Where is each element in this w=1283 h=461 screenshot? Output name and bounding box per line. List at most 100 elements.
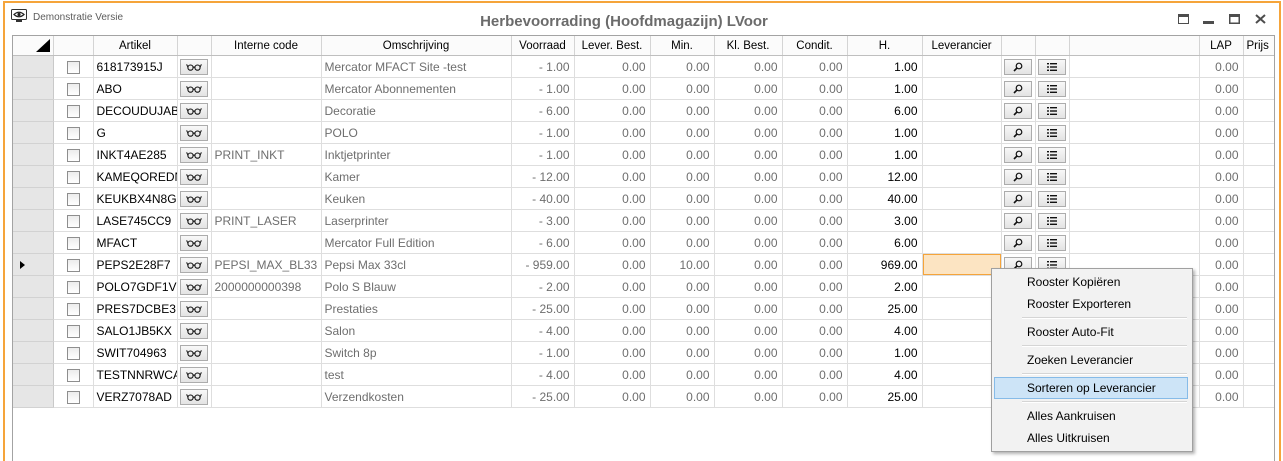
list-button[interactable] xyxy=(1038,58,1066,75)
min-cell[interactable]: 10.00 xyxy=(650,253,715,276)
omschrijving-cell[interactable]: Verzendkosten xyxy=(321,385,512,408)
min-cell[interactable]: 0.00 xyxy=(650,385,715,408)
omschrijving-cell[interactable]: POLO xyxy=(321,121,512,144)
min-cell[interactable]: 0.00 xyxy=(650,341,715,364)
header-h[interactable]: H. xyxy=(847,36,923,56)
min-cell[interactable]: 0.00 xyxy=(650,231,715,254)
artikel-cell[interactable]: TESTNNRWCA xyxy=(93,363,178,386)
omschrijving-cell[interactable]: Inktjetprinter xyxy=(321,143,512,166)
search-leverancier-button[interactable] xyxy=(1004,80,1032,97)
header-view-button-column[interactable] xyxy=(177,36,212,56)
search-leverancier-button[interactable] xyxy=(1004,58,1032,75)
header-min[interactable]: Min. xyxy=(650,36,715,56)
lap-cell[interactable]: 0.00 xyxy=(1199,121,1244,144)
row-select-checkbox[interactable] xyxy=(66,126,80,140)
row-header[interactable] xyxy=(13,363,54,386)
header-checkbox-column[interactable] xyxy=(53,36,94,56)
kl-best-cell[interactable]: 0.00 xyxy=(714,231,783,254)
leverancier-cell[interactable] xyxy=(922,341,1002,364)
interne-code-cell[interactable]: PEPSI_MAX_BL33 xyxy=(211,253,322,276)
condit-cell[interactable]: 0.00 xyxy=(782,231,848,254)
min-cell[interactable]: 0.00 xyxy=(650,143,715,166)
lap-cell[interactable]: 0.00 xyxy=(1199,319,1244,342)
condit-cell[interactable]: 0.00 xyxy=(782,385,848,408)
view-article-button[interactable] xyxy=(180,234,208,251)
omschrijving-cell[interactable]: Kamer xyxy=(321,165,512,188)
omschrijving-cell[interactable]: Keuken xyxy=(321,187,512,210)
omschrijving-cell[interactable]: Switch 8p xyxy=(321,341,512,364)
h-cell[interactable]: 3.00 xyxy=(847,209,923,232)
lever-best-cell[interactable]: 0.00 xyxy=(574,121,651,144)
min-cell[interactable]: 0.00 xyxy=(650,99,715,122)
condit-cell[interactable]: 0.00 xyxy=(782,99,848,122)
kl-best-cell[interactable]: 0.00 xyxy=(714,253,783,276)
voorraad-cell[interactable]: - 1.00 xyxy=(511,341,575,364)
min-cell[interactable]: 0.00 xyxy=(650,121,715,144)
omschrijving-cell[interactable]: Mercator MFACT Site -test xyxy=(321,55,512,78)
omschrijving-cell[interactable]: Mercator Full Edition xyxy=(321,231,512,254)
voorraad-cell[interactable]: - 1.00 xyxy=(511,77,575,100)
omschrijving-cell[interactable]: Mercator Abonnementen xyxy=(321,77,512,100)
lap-cell[interactable]: 0.00 xyxy=(1199,209,1244,232)
kl-best-cell[interactable]: 0.00 xyxy=(714,385,783,408)
voorraad-cell[interactable]: - 3.00 xyxy=(511,209,575,232)
row-header[interactable] xyxy=(13,253,54,276)
lever-best-cell[interactable]: 0.00 xyxy=(574,231,651,254)
search-leverancier-button[interactable] xyxy=(1004,190,1032,207)
leverancier-cell[interactable] xyxy=(922,121,1002,144)
kl-best-cell[interactable]: 0.00 xyxy=(714,143,783,166)
view-article-button[interactable] xyxy=(180,58,208,75)
omschrijving-cell[interactable]: test xyxy=(321,363,512,386)
prijs-cell[interactable] xyxy=(1243,275,1274,298)
interne-code-cell[interactable] xyxy=(211,187,322,210)
artikel-cell[interactable]: MFACT xyxy=(93,231,178,254)
row-select-checkbox[interactable] xyxy=(66,302,80,316)
leverancier-cell[interactable] xyxy=(922,187,1002,210)
menu-item-alles-aankruisen[interactable]: Alles Aankruisen xyxy=(994,405,1188,427)
prijs-cell[interactable] xyxy=(1243,341,1274,364)
prijs-cell[interactable] xyxy=(1243,253,1274,276)
condit-cell[interactable]: 0.00 xyxy=(782,275,848,298)
menu-item-rooster-exporteren[interactable]: Rooster Exporteren xyxy=(994,293,1188,315)
voorraad-cell[interactable]: - 4.00 xyxy=(511,363,575,386)
condit-cell[interactable]: 0.00 xyxy=(782,253,848,276)
prijs-cell[interactable] xyxy=(1243,319,1274,342)
empty-cell[interactable] xyxy=(1069,77,1200,100)
voorraad-cell[interactable]: - 25.00 xyxy=(511,385,575,408)
condit-cell[interactable]: 0.00 xyxy=(782,143,848,166)
artikel-cell[interactable]: POLO7GDF1V xyxy=(93,275,178,298)
kl-best-cell[interactable]: 0.00 xyxy=(714,55,783,78)
interne-code-cell[interactable] xyxy=(211,121,322,144)
h-cell[interactable]: 1.00 xyxy=(847,341,923,364)
kl-best-cell[interactable]: 0.00 xyxy=(714,77,783,100)
empty-cell[interactable] xyxy=(1069,165,1200,188)
search-leverancier-button[interactable] xyxy=(1004,146,1032,163)
min-cell[interactable]: 0.00 xyxy=(650,297,715,320)
row-select-checkbox[interactable] xyxy=(66,258,80,272)
lap-cell[interactable]: 0.00 xyxy=(1199,363,1244,386)
condit-cell[interactable]: 0.00 xyxy=(782,297,848,320)
view-article-button[interactable] xyxy=(180,366,208,383)
row-header[interactable] xyxy=(13,143,54,166)
empty-cell[interactable] xyxy=(1069,187,1200,210)
header-interne-code[interactable]: Interne code xyxy=(211,36,322,56)
close-button[interactable] xyxy=(1252,11,1268,27)
row-header[interactable] xyxy=(13,187,54,210)
empty-cell[interactable] xyxy=(1069,55,1200,78)
lever-best-cell[interactable]: 0.00 xyxy=(574,77,651,100)
view-article-button[interactable] xyxy=(180,146,208,163)
lap-cell[interactable]: 0.00 xyxy=(1199,231,1244,254)
list-button[interactable] xyxy=(1038,190,1066,207)
interne-code-cell[interactable]: PRINT_LASER xyxy=(211,209,322,232)
voorraad-cell[interactable]: - 6.00 xyxy=(511,231,575,254)
row-header[interactable] xyxy=(13,385,54,408)
condit-cell[interactable]: 0.00 xyxy=(782,121,848,144)
eye-icon[interactable] xyxy=(11,9,27,23)
view-article-button[interactable] xyxy=(180,124,208,141)
row-header[interactable] xyxy=(13,121,54,144)
min-cell[interactable]: 0.00 xyxy=(650,187,715,210)
lap-cell[interactable]: 0.00 xyxy=(1199,275,1244,298)
prijs-cell[interactable] xyxy=(1243,231,1274,254)
lever-best-cell[interactable]: 0.00 xyxy=(574,99,651,122)
lever-best-cell[interactable]: 0.00 xyxy=(574,253,651,276)
